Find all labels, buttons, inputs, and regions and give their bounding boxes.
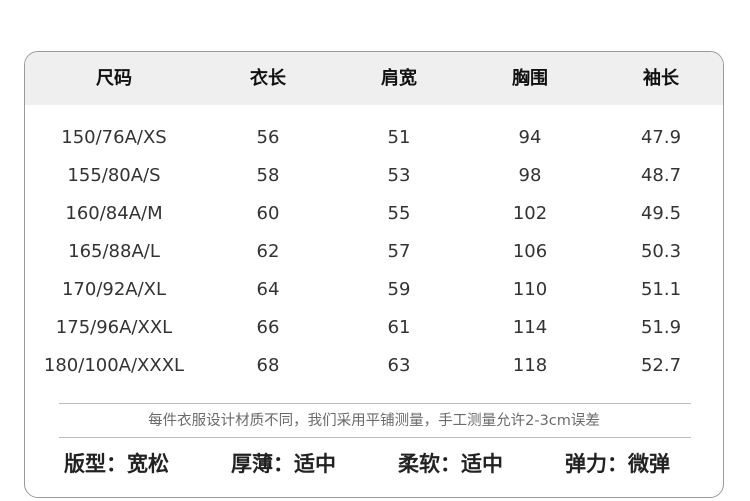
cell-size: 170/92A/XL — [61, 279, 167, 300]
table-row: 160/84A/M 60 55 102 49.5 — [25, 195, 723, 233]
table-row: 175/96A/XXL 66 61 114 51.9 — [25, 309, 723, 347]
feature-fit: 版型：宽松 — [64, 452, 169, 476]
table-row: 155/80A/S 58 53 98 48.7 — [25, 157, 723, 195]
measurement-note: 每件衣服设计材质不同，我们采用平铺测量，手工测量允许2-3cm误差 — [148, 413, 600, 429]
table-row: 150/76A/XS 56 51 94 47.9 — [25, 119, 723, 157]
cell-sleeve: 48.7 — [640, 165, 682, 186]
size-chart-card: 尺码 衣长 肩宽 胸围 袖长 150/76A/XS 56 51 94 47.9 … — [24, 51, 724, 498]
cell-size: 165/88A/L — [68, 241, 160, 262]
header-length: 衣长 — [250, 68, 286, 89]
feature-softness: 柔软：适中 — [398, 452, 503, 476]
header-sleeve: 袖长 — [643, 68, 679, 89]
header-shoulder: 肩宽 — [381, 68, 417, 89]
table-row: 180/100A/XXXL 68 63 118 52.7 — [25, 347, 723, 385]
feature-elasticity: 弹力：微弹 — [565, 452, 670, 476]
table-row: 165/88A/L 62 57 106 50.3 — [25, 233, 723, 271]
cell-sleeve: 49.5 — [640, 203, 682, 224]
cell-sleeve: 50.3 — [640, 241, 682, 262]
feature-thickness: 厚薄：适中 — [231, 452, 336, 476]
header-size: 尺码 — [96, 68, 132, 89]
note-divider-bottom — [59, 437, 691, 438]
cell-size: 150/76A/XS — [61, 127, 167, 148]
table-header: 尺码 衣长 肩宽 胸围 袖长 — [25, 52, 723, 105]
cell-size: 175/96A/XXL — [55, 317, 173, 338]
cell-sleeve: 51.1 — [640, 279, 682, 300]
cell-size: 160/84A/M — [65, 203, 163, 224]
header-chest: 胸围 — [512, 68, 548, 89]
note-divider-top — [59, 403, 691, 404]
cell-size: 180/100A/XXXL — [43, 355, 185, 376]
table-row: 170/92A/XL 64 59 110 51.1 — [25, 271, 723, 309]
cell-sleeve: 52.7 — [640, 355, 682, 376]
cell-sleeve: 47.9 — [640, 127, 682, 148]
cell-size: 155/80A/S — [67, 165, 161, 186]
cell-sleeve: 51.9 — [640, 317, 682, 338]
